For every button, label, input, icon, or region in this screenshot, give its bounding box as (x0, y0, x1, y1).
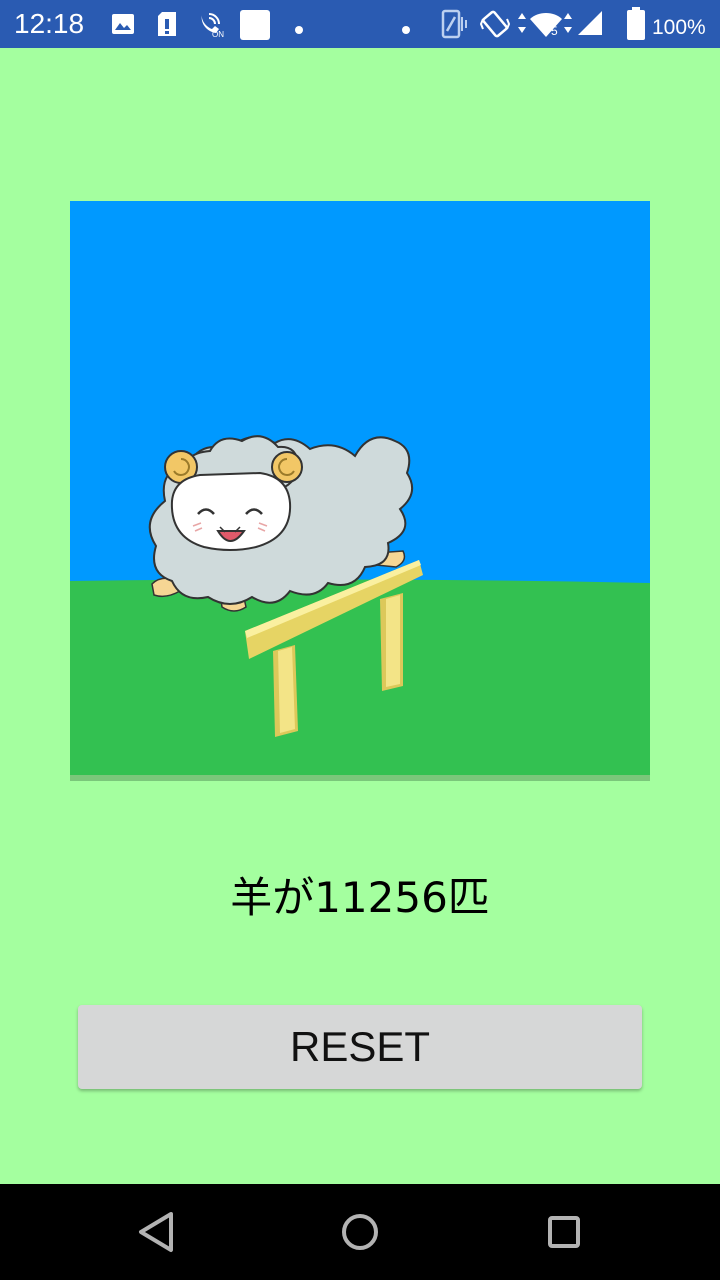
sheep-count-text: 羊が11256匹 (230, 873, 490, 922)
home-button[interactable] (300, 1184, 420, 1280)
sd-card-icon (157, 11, 177, 41)
vibrate-icon (479, 9, 511, 43)
recents-icon (548, 1216, 580, 1248)
status-bar: 12:18 ON 5 100% (0, 0, 720, 48)
battery-icon (626, 7, 646, 45)
recents-button[interactable] (504, 1184, 624, 1280)
grass (70, 579, 650, 781)
screen-icon (440, 9, 470, 43)
back-icon (139, 1212, 173, 1252)
back-button[interactable] (96, 1184, 216, 1280)
reset-button[interactable]: RESET (78, 1005, 642, 1089)
wifi-icon: 5 (514, 9, 576, 43)
sheep-jump-scene (70, 201, 650, 781)
status-time: 12:18 (14, 8, 85, 39)
svg-text:ON: ON (212, 30, 224, 38)
dot-icon (294, 20, 304, 39)
blank-square-icon (240, 10, 270, 44)
dot-icon (401, 20, 411, 39)
navigation-bar (0, 1184, 720, 1280)
cell-signal-icon (576, 9, 604, 41)
battery-percent: 100% (652, 16, 706, 39)
image-icon (111, 13, 135, 39)
svg-text:5: 5 (551, 24, 558, 38)
wifi-calling-icon: ON (198, 12, 226, 42)
home-icon (342, 1214, 378, 1250)
